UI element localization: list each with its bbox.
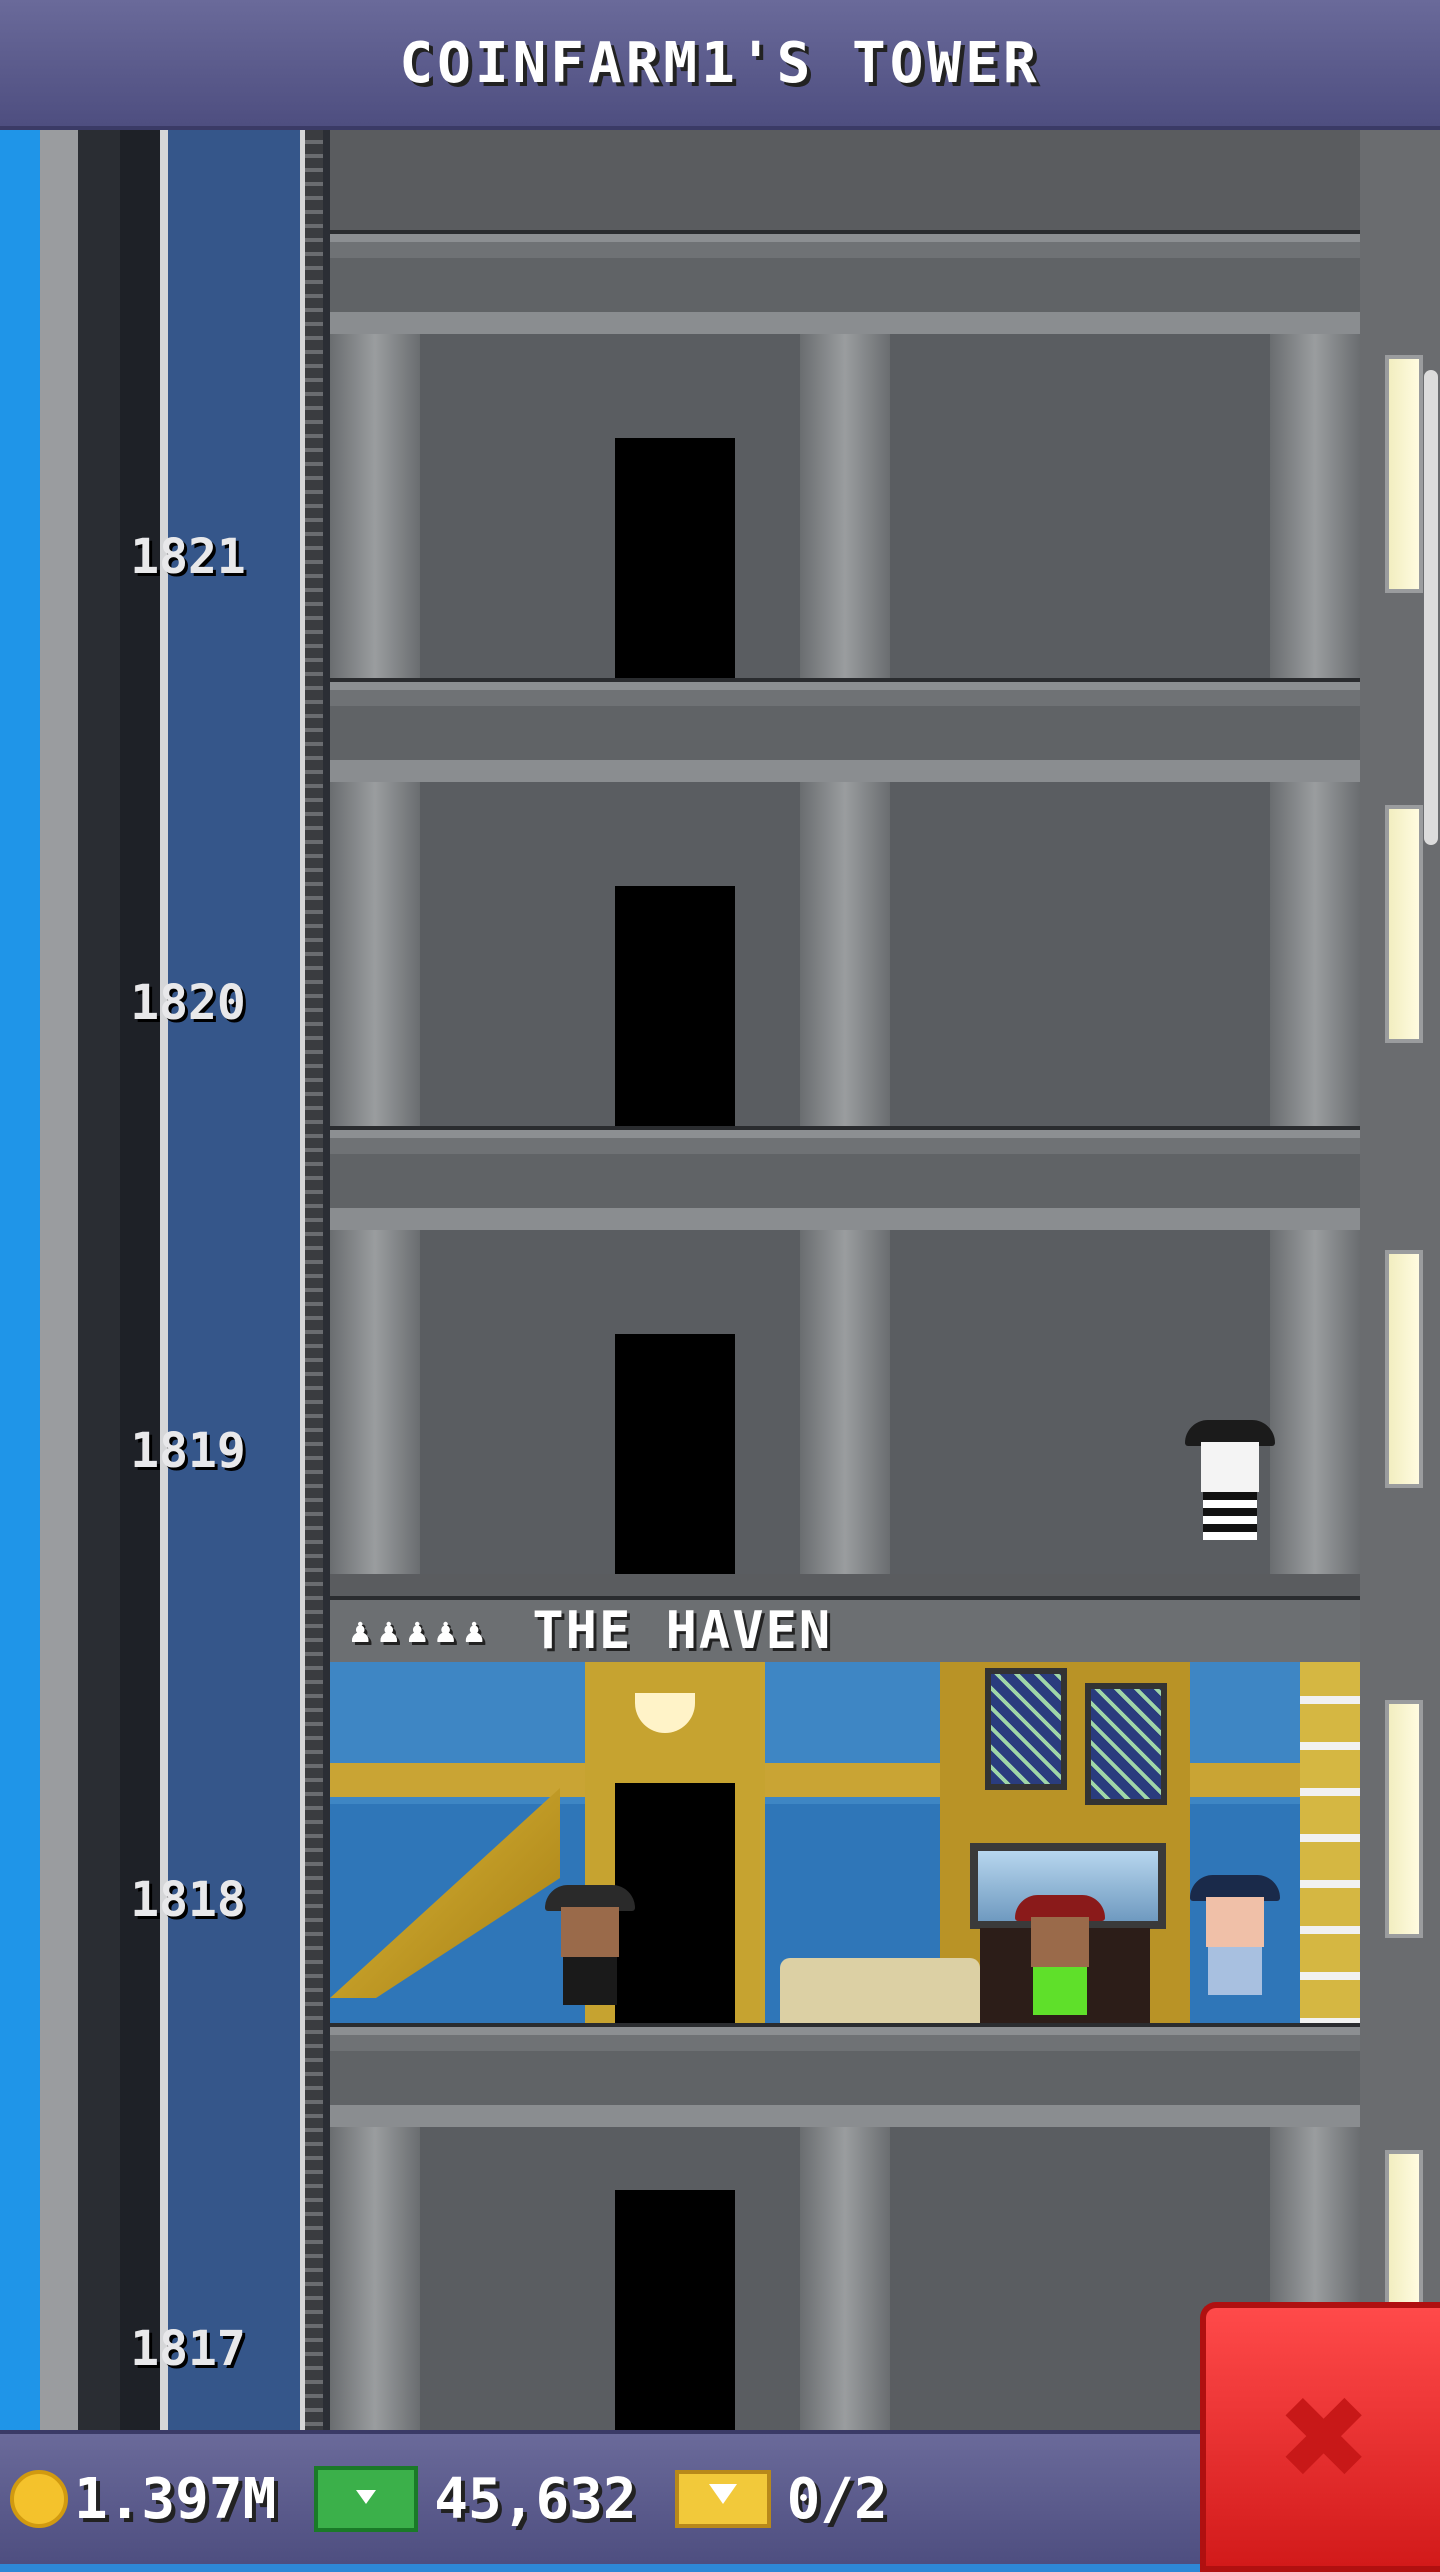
floor-pillar (800, 334, 890, 678)
floor-number-label: 1821 (130, 529, 246, 585)
bitizen-head (561, 1907, 619, 1957)
floor-pillar (1270, 782, 1360, 1126)
sky-background (0, 130, 40, 2430)
floor-slab (330, 2023, 1360, 2131)
coins-value: 1.397M (74, 2466, 277, 2532)
occupancy-icons: ♟♟♟♟♟ (350, 1611, 493, 1651)
tower-window (1385, 1700, 1423, 1938)
empty-floor[interactable] (330, 678, 1360, 1126)
tickets-value: 0/2 (786, 2466, 888, 2532)
stained-window (1085, 1683, 1167, 1805)
bookshelf (1300, 1658, 1360, 2023)
spiral-staircase (330, 1788, 560, 1998)
stairwell-door (615, 886, 735, 1126)
floor-pillar (1270, 334, 1360, 678)
stained-window (985, 1668, 1067, 1790)
floor-name: THE HAVEN (532, 1601, 833, 1661)
floor-number-label: 1818 (130, 1872, 246, 1928)
bitizen-head (1031, 1917, 1089, 1967)
bitizen-head (1206, 1897, 1264, 1947)
bitizen-body (563, 1957, 617, 2005)
tower-title: COINFARM1'S TOWER (399, 30, 1041, 96)
close-button[interactable]: ✖ (1200, 2302, 1440, 2572)
coin-icon (10, 2470, 68, 2528)
elevator-shaft[interactable] (40, 130, 330, 2430)
stairwell-door (615, 2190, 735, 2430)
gold-beam (330, 1763, 1360, 1797)
bitizen-police-officer[interactable] (1190, 1875, 1280, 1995)
bitizen-body (1033, 1967, 1087, 2015)
elevator-rail (305, 130, 323, 2430)
sofa (780, 1958, 980, 2023)
bitizen-bandit[interactable] (545, 1885, 635, 2005)
coins-display: 1.397M (0, 2467, 276, 2532)
floor-number-label: 1820 (130, 975, 246, 1031)
floor-number-label: 1819 (130, 1423, 246, 1479)
scrollbar[interactable] (1424, 370, 1438, 845)
close-icon: ✖ (1280, 2350, 1372, 2524)
floor-slab (330, 230, 1360, 338)
floor-slab (330, 678, 1360, 786)
tickets-display: 0/2 (674, 2466, 888, 2532)
floor-pillar (330, 782, 420, 1126)
tower-window (1385, 1250, 1423, 1488)
tower-window (1385, 355, 1423, 593)
floor-pillar (330, 1230, 420, 1574)
stairwell-door (615, 438, 735, 678)
bitizen-body (1208, 1947, 1262, 1995)
bux-value: 45,632 (434, 2466, 637, 2532)
haven-floor-header[interactable]: ♟♟♟♟♟ THE HAVEN (330, 1596, 1360, 1662)
tower-window (1385, 805, 1423, 1043)
tower-bux-icon (314, 2466, 419, 2532)
floor-number-label: 1817 (130, 2321, 246, 2377)
vip-ticket-icon (674, 2470, 771, 2528)
floor-pillar (330, 334, 420, 678)
tower-title-bar: COINFARM1'S TOWER (0, 0, 1440, 130)
floor-slab (330, 1126, 1360, 1234)
bitizen-glasses[interactable] (1015, 1895, 1105, 2015)
bitizen-head (1201, 1442, 1259, 1492)
bux-display: 45,632 (314, 2466, 637, 2532)
floor-pillar (1270, 1230, 1360, 1574)
bitizen-mime[interactable] (1185, 1420, 1275, 1540)
empty-floor[interactable] (330, 230, 1360, 678)
floor-pillar (800, 782, 890, 1126)
floor-pillar (800, 2127, 890, 2430)
floor-pillar (800, 1230, 890, 1574)
stairwell-door (615, 1334, 735, 1574)
floor-pillar (330, 2127, 420, 2430)
bitizen-body (1203, 1492, 1257, 1540)
